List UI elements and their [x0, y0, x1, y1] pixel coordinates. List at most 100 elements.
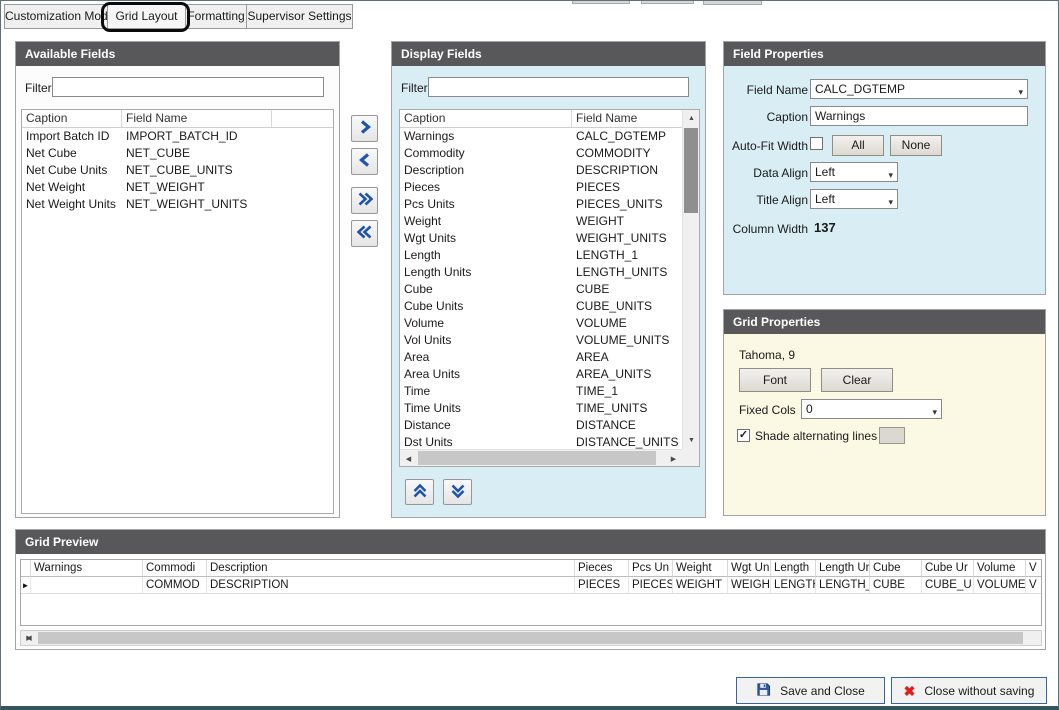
move-field-up-button[interactable]	[405, 479, 434, 505]
display-field-row[interactable]: Cube Units CUBE_UNITS	[400, 298, 682, 315]
check-mark-icon: ✓	[739, 430, 748, 441]
scroll-right-arrow[interactable]: ▶	[21, 631, 37, 645]
display-field-row[interactable]: Volume VOLUME	[400, 315, 682, 332]
title-align-combobox[interactable]: Left ▾	[810, 189, 898, 209]
field-caption: Net Weight Units	[22, 196, 122, 213]
grid-preview-column-header[interactable]: Pcs Un	[629, 560, 673, 577]
display-field-row[interactable]: Distance DISTANCE	[400, 417, 682, 434]
auto-fit-none-button[interactable]: None	[890, 135, 942, 156]
move-right-button[interactable]	[351, 115, 378, 142]
field-name: CUBE_UNITS	[572, 298, 682, 315]
move-field-down-button[interactable]	[443, 479, 472, 505]
display-field-row[interactable]: Length LENGTH_1	[400, 247, 682, 264]
field-name-column-header: Field Name	[572, 110, 682, 127]
close-without-saving-button[interactable]: ✖ Close without saving	[891, 677, 1047, 704]
vertical-scrollbar[interactable]: ▲ ▼	[682, 110, 699, 449]
grid-preview-column-header[interactable]: V	[1026, 560, 1042, 577]
display-field-row[interactable]: Pieces PIECES	[400, 179, 682, 196]
caption-input[interactable]: Warnings	[810, 106, 1028, 126]
grid-preview-column-header[interactable]: Pieces	[575, 560, 629, 577]
field-name: NET_CUBE	[122, 145, 333, 162]
auto-fit-width-checkbox[interactable]	[810, 137, 823, 150]
move-all-left-button[interactable]	[351, 220, 378, 247]
display-field-row[interactable]: Time Units TIME_UNITS	[400, 400, 682, 417]
scroll-right-arrow[interactable]: ▶	[665, 450, 682, 467]
tab-grid-layout[interactable]: Grid Layout	[108, 4, 186, 29]
auto-fit-all-button[interactable]: All	[832, 135, 884, 156]
grid-preview-data-cell: V	[1026, 577, 1042, 594]
display-field-row[interactable]: Area Units AREA_UNITS	[400, 366, 682, 383]
field-name-combobox[interactable]: CALC_DGTEMP ▾	[810, 79, 1028, 99]
available-field-row[interactable]: Net Weight Units NET_WEIGHT_UNITS	[22, 196, 333, 213]
available-field-row[interactable]: Import Batch ID IMPORT_BATCH_ID	[22, 128, 333, 145]
shade-color-swatch-button[interactable]	[879, 427, 905, 444]
field-caption: Wgt Units	[400, 230, 572, 247]
horizontal-scroll-thumb[interactable]	[38, 632, 1023, 644]
font-button[interactable]: Font	[739, 368, 811, 392]
display-field-row[interactable]: Cube CUBE	[400, 281, 682, 298]
move-left-button[interactable]	[351, 148, 378, 175]
display-field-row[interactable]: Length Units LENGTH_UNITS	[400, 264, 682, 281]
display-filter-label: Filter	[401, 81, 428, 95]
grid-preview-column-header[interactable]: Commodi	[143, 560, 207, 577]
chevron-down-icon: ▾	[1018, 83, 1023, 99]
available-filter-input[interactable]	[52, 77, 324, 97]
display-filter-input[interactable]	[428, 77, 689, 97]
display-field-row[interactable]: Warnings CALC_DGTEMP	[400, 128, 682, 145]
data-align-combobox[interactable]: Left ▾	[810, 162, 898, 182]
field-name: PIECES	[572, 179, 682, 196]
grid-preview-column-header[interactable]: Length	[771, 560, 816, 577]
shade-alternating-lines-checkbox[interactable]: ✓	[737, 429, 750, 442]
scroll-up-arrow[interactable]: ▲	[683, 110, 700, 127]
tab-formatting[interactable]: Formatting	[186, 4, 247, 29]
display-field-row[interactable]: Area AREA	[400, 349, 682, 366]
tab-customization-mode[interactable]: Customization Mode	[4, 4, 108, 29]
grid-preview-column-header[interactable]: Weight	[673, 560, 728, 577]
vertical-scroll-thumb[interactable]	[684, 128, 698, 213]
horizontal-scrollbar[interactable]: ◀ ▶	[400, 449, 682, 466]
grid-preview-column-header[interactable]: Description	[207, 560, 575, 577]
grid-preview-column-header[interactable]: Volume	[974, 560, 1026, 577]
column-width-label: Column Width	[726, 222, 808, 236]
display-field-row[interactable]: Time TIME_1	[400, 383, 682, 400]
move-all-right-button[interactable]	[351, 187, 378, 214]
available-fields-list[interactable]: Caption Field Name Import Batch ID IMPOR…	[21, 109, 334, 514]
available-field-row[interactable]: Net Cube Units NET_CUBE_UNITS	[22, 162, 333, 179]
grid-preview-column-header[interactable]: Warnings	[31, 560, 143, 577]
tab-supervisor-settings[interactable]: Supervisor Settings	[247, 4, 353, 29]
grid-properties-panel: Grid Properties Tahoma, 9 Font Clear Fix…	[723, 309, 1046, 516]
field-caption: Volume	[400, 315, 572, 332]
display-fields-panel: Display Fields Filter Caption Field Name…	[391, 41, 706, 518]
grid-preview-column-header[interactable]: Cube Ur	[922, 560, 974, 577]
clear-font-button[interactable]: Clear	[821, 368, 893, 392]
display-field-row[interactable]: Pcs Units PIECES_UNITS	[400, 196, 682, 213]
save-and-close-label: Save and Close	[780, 684, 865, 698]
display-field-row[interactable]: Wgt Units WEIGHT_UNITS	[400, 230, 682, 247]
display-fields-list[interactable]: Caption Field Name Warnings CALC_DGTEMP …	[399, 109, 700, 467]
display-field-row[interactable]: Dst Units DISTANCE_UNITS	[400, 434, 682, 449]
display-field-row[interactable]: Vol Units VOLUME_UNITS	[400, 332, 682, 349]
display-field-row[interactable]: Commodity COMMODITY	[400, 145, 682, 162]
field-name: COMMODITY	[572, 145, 682, 162]
grid-preview-title: Grid Preview	[16, 530, 1045, 554]
field-name: NET_WEIGHT	[122, 179, 333, 196]
field-caption: Pieces	[400, 179, 572, 196]
field-caption: Net Cube	[22, 145, 122, 162]
grid-preview-data-cell: VOLUME	[974, 577, 1026, 594]
horizontal-scroll-thumb[interactable]	[418, 451, 656, 465]
display-field-row[interactable]: Weight WEIGHT	[400, 213, 682, 230]
scroll-left-arrow[interactable]: ◀	[400, 450, 417, 467]
grid-preview-column-header[interactable]: Length Ur	[816, 560, 870, 577]
save-and-close-button[interactable]: Save and Close	[736, 677, 885, 704]
display-field-row[interactable]: Description DESCRIPTION	[400, 162, 682, 179]
grid-layout-dialog: Customization Mode Grid Layout Formattin…	[0, 0, 1059, 710]
scroll-down-arrow[interactable]: ▼	[683, 432, 700, 449]
fixed-cols-combobox[interactable]: 0 ▾	[801, 399, 942, 419]
available-field-row[interactable]: Net Weight NET_WEIGHT	[22, 179, 333, 196]
save-floppy-icon	[756, 682, 771, 700]
grid-preview-horizontal-scrollbar[interactable]: ◀ ▶	[20, 630, 1042, 646]
grid-preview-column-header[interactable]: Wgt Un	[728, 560, 771, 577]
grid-preview-column-header[interactable]: Cube	[870, 560, 922, 577]
available-field-row[interactable]: Net Cube NET_CUBE	[22, 145, 333, 162]
field-caption: Length	[400, 247, 572, 264]
